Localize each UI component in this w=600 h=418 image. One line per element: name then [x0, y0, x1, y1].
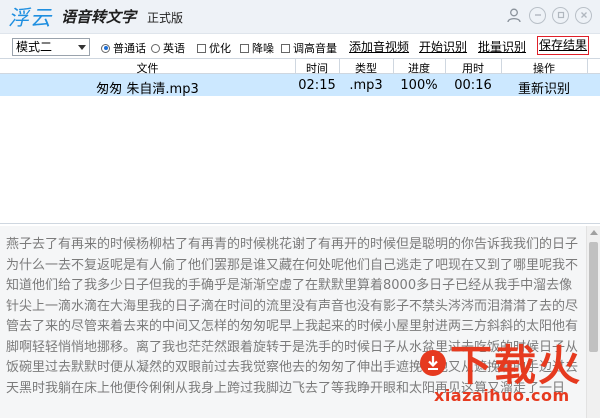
title-bar: 浮云 语音转文字 正式版: [0, 0, 600, 34]
save-result-button[interactable]: 保存结果: [537, 36, 590, 55]
table-row[interactable]: 匆匆 朱自清.mp3 02:15 .mp3 100% 00:16 重新识别: [0, 74, 600, 97]
cell-elapsed: 00:16: [454, 78, 492, 93]
checkbox-icon: [197, 43, 206, 53]
user-icon[interactable]: [505, 6, 523, 24]
window-controls: [505, 6, 592, 24]
scroll-up-icon[interactable]: [590, 230, 598, 235]
checkbox-icon: [240, 43, 249, 53]
checkbox-denoise[interactable]: 降噪: [240, 40, 274, 56]
re-recognize-button[interactable]: 重新识别: [501, 78, 587, 97]
checkbox-volume-label: 调高音量: [293, 42, 337, 55]
app-logo: 浮云: [8, 6, 52, 30]
checkbox-optimize[interactable]: 优化: [197, 40, 231, 56]
radio-mandarin-label: 普通话: [113, 42, 146, 55]
edition-label: 正式版: [147, 11, 184, 25]
start-recognition-button[interactable]: 开始识别: [419, 38, 467, 55]
toolbar: 模式二 普通话 英语 优化 降噪 调高音量 添加音视频 开始识别 批量识别 保存…: [0, 34, 600, 58]
column-divider: [587, 59, 588, 74]
mode-select-value: 模式二: [16, 40, 53, 54]
radio-english-label: 英语: [163, 42, 185, 55]
minimize-icon[interactable]: [529, 6, 546, 24]
table-header: 文件 时间 类型 进度 用时 操作: [0, 58, 600, 75]
restore-icon[interactable]: [552, 6, 569, 24]
radio-english[interactable]: 英语: [151, 40, 185, 56]
watermark-brand: 下载火: [450, 341, 583, 390]
watermark-domain: xiazaihuo.com: [434, 386, 570, 405]
download-logo-icon: [420, 350, 446, 376]
checkbox-volume[interactable]: 调高音量: [281, 40, 337, 56]
batch-recognition-button[interactable]: 批量识别: [478, 38, 526, 55]
radio-dot-icon: [101, 43, 110, 53]
checkbox-denoise-label: 降噪: [252, 42, 274, 55]
radio-dot-icon: [151, 43, 160, 53]
file-list-area[interactable]: [0, 96, 600, 224]
radio-mandarin[interactable]: 普通话: [101, 40, 146, 56]
cell-time: 02:15: [298, 78, 336, 93]
add-media-button[interactable]: 添加音视频: [349, 38, 409, 55]
cell-progress: 100%: [400, 78, 438, 93]
cell-type: .mp3: [349, 78, 383, 93]
checkbox-optimize-label: 优化: [209, 42, 231, 55]
mode-select[interactable]: 模式二: [12, 38, 90, 56]
app-title: 语音转文字: [61, 8, 137, 26]
chevron-down-icon: [78, 45, 86, 50]
close-icon[interactable]: [575, 6, 592, 24]
cell-file: 匆匆 朱自清.mp3: [96, 82, 199, 97]
checkbox-icon: [281, 43, 290, 53]
watermark: 下载火 xiazaihuo.com: [416, 336, 596, 414]
